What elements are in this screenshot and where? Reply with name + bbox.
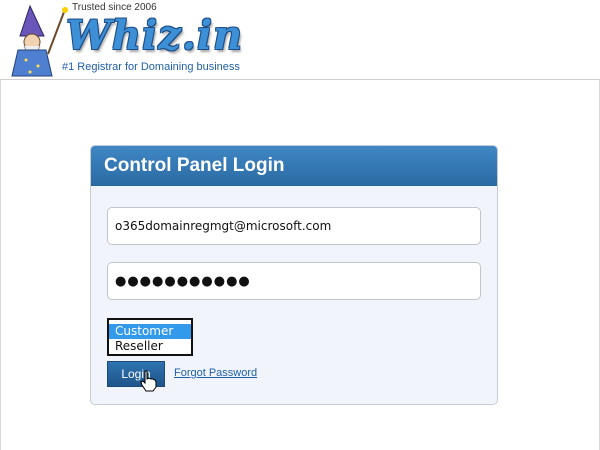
hand-cursor-icon bbox=[140, 370, 157, 392]
login-panel-header: Control Panel Login bbox=[91, 146, 497, 186]
account-type-option-reseller[interactable]: Reseller bbox=[109, 339, 191, 354]
account-type-select[interactable]: Customer Reseller bbox=[107, 318, 193, 356]
page-border-left bbox=[0, 80, 1, 450]
site-header: Trusted since 2006 Whiz.in #1 Registrar … bbox=[0, 0, 600, 80]
wizard-mascot-icon bbox=[11, 4, 68, 77]
site-logo[interactable]: Whiz.in bbox=[66, 14, 243, 58]
username-field[interactable] bbox=[107, 207, 481, 245]
tagline-registrar: #1 Registrar for Domaining business bbox=[62, 61, 240, 73]
login-panel: Control Panel Login ●●●●●●●●●●● Customer… bbox=[90, 145, 498, 405]
password-input[interactable]: ●●●●●●●●●●● bbox=[115, 274, 251, 289]
username-input[interactable] bbox=[115, 219, 480, 233]
account-type-option-customer[interactable]: Customer bbox=[109, 324, 191, 339]
login-panel-title: Control Panel Login bbox=[104, 155, 285, 176]
forgot-password-link[interactable]: Forgot Password bbox=[174, 367, 257, 379]
password-field[interactable]: ●●●●●●●●●●● bbox=[107, 262, 481, 300]
